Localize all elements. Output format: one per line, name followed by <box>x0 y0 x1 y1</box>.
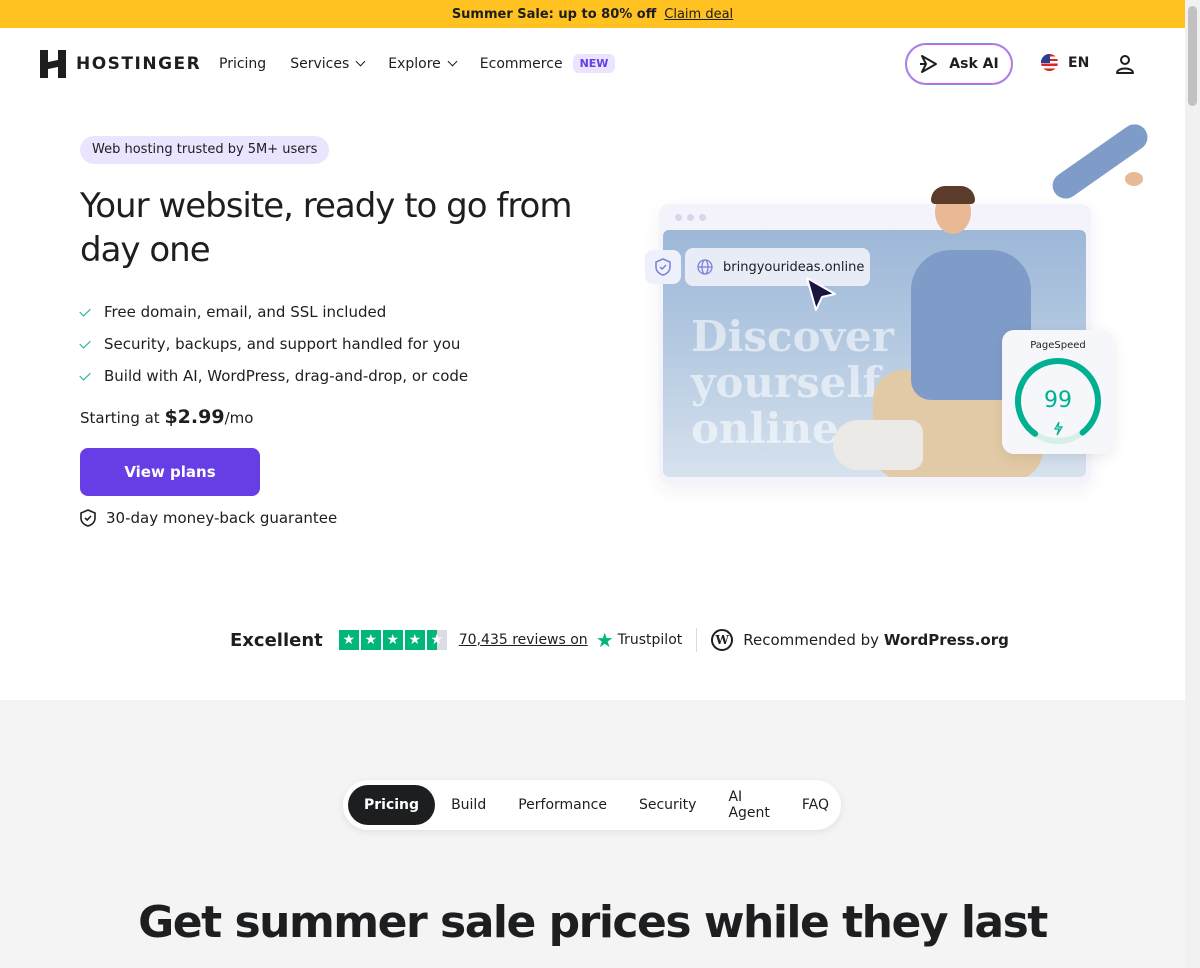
pagespeed-label: PageSpeed <box>1030 340 1086 351</box>
chevron-down-icon <box>447 56 458 67</box>
nav-explore[interactable]: Explore <box>388 55 458 72</box>
shield-icon <box>655 258 671 276</box>
feature-item: Free domain, email, and SSL included <box>79 296 468 328</box>
nav-pricing[interactable]: Pricing <box>219 56 266 72</box>
trustpilot-star: ★ <box>404 630 425 650</box>
security-chip <box>645 250 681 284</box>
nav-explore-label: Explore <box>388 55 441 72</box>
page-scrollbar[interactable] <box>1185 0 1200 968</box>
trustpilot-stars: ★ ★ ★ ★ ★ <box>338 630 447 650</box>
price-prefix: Starting at <box>80 409 165 427</box>
language-label: EN <box>1068 54 1090 71</box>
divider <box>696 628 698 652</box>
window-dots <box>675 214 706 221</box>
hostinger-logo-icon <box>40 50 66 78</box>
globe-icon <box>697 259 713 275</box>
tab-security[interactable]: Security <box>623 785 713 825</box>
person-arm <box>1047 119 1153 204</box>
nav-ecommerce[interactable]: Ecommerce <box>480 56 563 72</box>
price-value: $2.99 <box>164 406 225 428</box>
check-icon <box>79 336 91 349</box>
url-chip: bringyourideas.online <box>685 248 870 286</box>
tab-performance[interactable]: Performance <box>502 785 623 825</box>
nav-links: Pricing Services Explore Ecommerce NEW <box>219 54 616 73</box>
pagespeed-card: PageSpeed 99 <box>1002 330 1114 454</box>
url-text: bringyourideas.online <box>723 259 865 275</box>
feature-item: Security, backups, and support handled f… <box>79 328 468 360</box>
trustpilot-star: ★ <box>382 630 403 650</box>
tab-faq[interactable]: FAQ <box>786 785 845 825</box>
tab-ai-agent[interactable]: AI Agent <box>712 785 785 825</box>
trustpilot-logo[interactable]: ★ Trustpilot <box>596 630 683 650</box>
new-badge: NEW <box>572 54 616 73</box>
lightning-icon <box>1053 421 1064 436</box>
ask-ai-button[interactable]: Ask AI <box>905 43 1013 85</box>
shield-check-icon <box>80 509 96 527</box>
hostinger-logo[interactable]: HOSTINGER <box>40 50 201 78</box>
feature-text: Security, backups, and support handled f… <box>104 335 461 353</box>
section-tabs: Pricing Build Performance Security AI Ag… <box>343 780 841 830</box>
trustpilot-star: ★ <box>360 630 381 650</box>
claim-deal-link[interactable]: Claim deal <box>664 7 733 22</box>
ask-ai-label: Ask AI <box>949 56 999 72</box>
view-plans-button[interactable]: View plans <box>80 448 260 496</box>
trustpilot-name: Trustpilot <box>617 632 683 648</box>
reviews-link[interactable]: 70,435 reviews on <box>459 632 588 648</box>
hero-illustration: Discover yourself online bringyourideas.… <box>645 119 1153 490</box>
check-icon <box>79 304 91 317</box>
wordpress-icon: W <box>711 629 734 651</box>
us-flag-icon <box>1041 54 1058 71</box>
wordpress-recommendation: W Recommended by WordPress.org <box>711 629 1009 651</box>
price-suffix: /mo <box>224 409 254 427</box>
feature-text: Free domain, email, and SSL included <box>104 303 387 321</box>
top-navigation: HOSTINGER Pricing Services Explore Ecomm… <box>0 28 1185 100</box>
chevron-down-icon <box>355 56 366 67</box>
person-hand <box>1125 172 1143 186</box>
feature-item: Build with AI, WordPress, drag-and-drop,… <box>79 360 469 392</box>
nav-services[interactable]: Services <box>290 55 366 72</box>
wp-name: WordPress.org <box>883 631 1009 649</box>
person-hair <box>931 186 975 204</box>
feature-text: Build with AI, WordPress, drag-and-drop,… <box>104 367 469 385</box>
tab-build[interactable]: Build <box>435 785 502 825</box>
trustpilot-star: ★ <box>426 630 447 650</box>
promo-text: Summer Sale: up to 80% off <box>451 6 657 22</box>
trustpilot-star: ★ <box>338 630 359 650</box>
section-title: Get summer sale prices while they last <box>138 897 1048 948</box>
cursor-pointer-icon <box>806 277 836 311</box>
starting-price: Starting at $2.99/mo <box>80 406 253 428</box>
trustpilot-star-icon: ★ <box>595 628 614 652</box>
tab-pricing[interactable]: Pricing <box>348 785 436 825</box>
trust-pill: Web hosting trusted by 5M+ users <box>80 136 330 164</box>
hero-title: Your website, ready to go from day one <box>80 186 572 270</box>
person-shoe <box>833 420 923 470</box>
pagespeed-score: 99 <box>1044 388 1072 413</box>
rating-word: Excellent <box>230 629 323 651</box>
guarantee-text: 30-day money-back guarantee <box>106 509 338 527</box>
wp-prefix: Recommended by <box>743 631 884 649</box>
check-icon <box>79 368 91 381</box>
feature-list: Free domain, email, and SSL included Sec… <box>79 296 469 392</box>
nav-services-label: Services <box>290 55 350 72</box>
user-account-icon[interactable] <box>1115 54 1135 74</box>
nav-pricing-label: Pricing <box>219 55 267 72</box>
scrollbar-thumb[interactable] <box>1188 6 1197 106</box>
promo-banner: Summer Sale: up to 80% off Claim deal <box>0 0 1185 28</box>
trust-bar: Excellent ★ ★ ★ ★ ★ 70,435 reviews on ★ Trust… <box>230 626 1009 654</box>
brand-name: HOSTINGER <box>76 54 202 74</box>
language-selector[interactable]: EN <box>1041 54 1089 71</box>
ai-sparkle-icon <box>920 55 938 73</box>
nav-ecommerce-label: Ecommerce <box>479 55 563 72</box>
money-back-guarantee: 30-day money-back guarantee <box>80 509 337 527</box>
